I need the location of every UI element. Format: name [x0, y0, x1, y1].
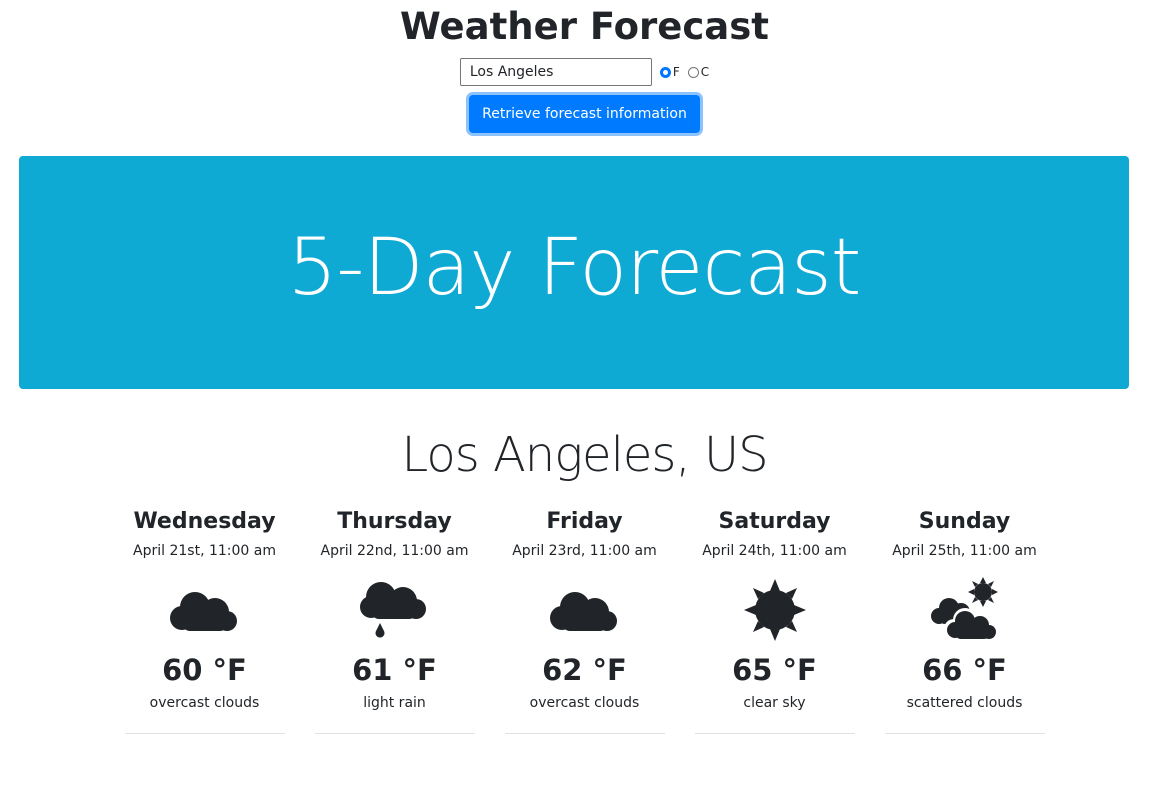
day-description: overcast clouds: [529, 695, 640, 711]
fahrenheit-radio[interactable]: [659, 66, 671, 78]
day-temperature: 66 °F: [922, 653, 1007, 687]
day-name: Saturday: [718, 509, 831, 534]
day-date: April 23rd, 11:00 am: [512, 543, 657, 559]
retrieve-forecast-button[interactable]: Retrieve forecast information: [469, 95, 700, 133]
day-card: Sunday April 25th, 11:00 am 66 °F scatte…: [884, 507, 1045, 734]
day-card: Wednesday April 21st, 11:00 am 60 °F ove…: [124, 507, 285, 734]
day-card: Thursday April 22nd, 11:00 am 61 °F ligh…: [314, 507, 475, 734]
banner-title: 5-Day Forecast: [287, 222, 862, 313]
light-rain-icon: [359, 582, 426, 638]
city-search-input[interactable]: [459, 58, 652, 86]
forecast-days: Wednesday April 21st, 11:00 am 60 °F ove…: [0, 507, 1169, 734]
fahrenheit-label: F: [672, 65, 680, 79]
day-description: overcast clouds: [149, 695, 260, 711]
day-date: April 24th, 11:00 am: [702, 543, 847, 559]
day-card: Friday April 23rd, 11:00 am 62 °F overca…: [504, 507, 665, 734]
day-date: April 21st, 11:00 am: [133, 543, 276, 559]
celsius-label: C: [700, 65, 710, 79]
day-date: April 25th, 11:00 am: [892, 543, 1037, 559]
overcast-clouds-icon: [549, 592, 617, 631]
day-temperature: 61 °F: [352, 653, 437, 687]
day-name: Sunday: [918, 509, 1011, 534]
overcast-clouds-icon: [169, 592, 237, 631]
celsius-radio[interactable]: [687, 66, 699, 78]
day-name: Wednesday: [133, 509, 276, 534]
search-controls: F C: [0, 57, 1169, 87]
unit-toggle: F C: [659, 65, 710, 79]
day-description: clear sky: [743, 695, 806, 711]
day-name: Friday: [546, 509, 623, 534]
day-description: scattered clouds: [906, 695, 1023, 711]
clear-sky-sun-icon: [743, 579, 806, 641]
day-date: April 22nd, 11:00 am: [320, 543, 469, 559]
day-temperature: 62 °F: [542, 653, 627, 687]
day-temperature: 65 °F: [732, 653, 817, 687]
forecast-banner: 5-Day Forecast: [19, 156, 1129, 389]
day-description: light rain: [363, 695, 426, 711]
day-name: Thursday: [337, 509, 452, 534]
page-title: Weather Forecast: [400, 5, 769, 48]
day-card: Saturday April 24th, 11:00 am 65 °F clea…: [694, 507, 855, 734]
day-temperature: 60 °F: [162, 653, 247, 687]
location-title: Los Angeles, US: [401, 427, 768, 483]
scattered-clouds-icon: [930, 577, 999, 642]
